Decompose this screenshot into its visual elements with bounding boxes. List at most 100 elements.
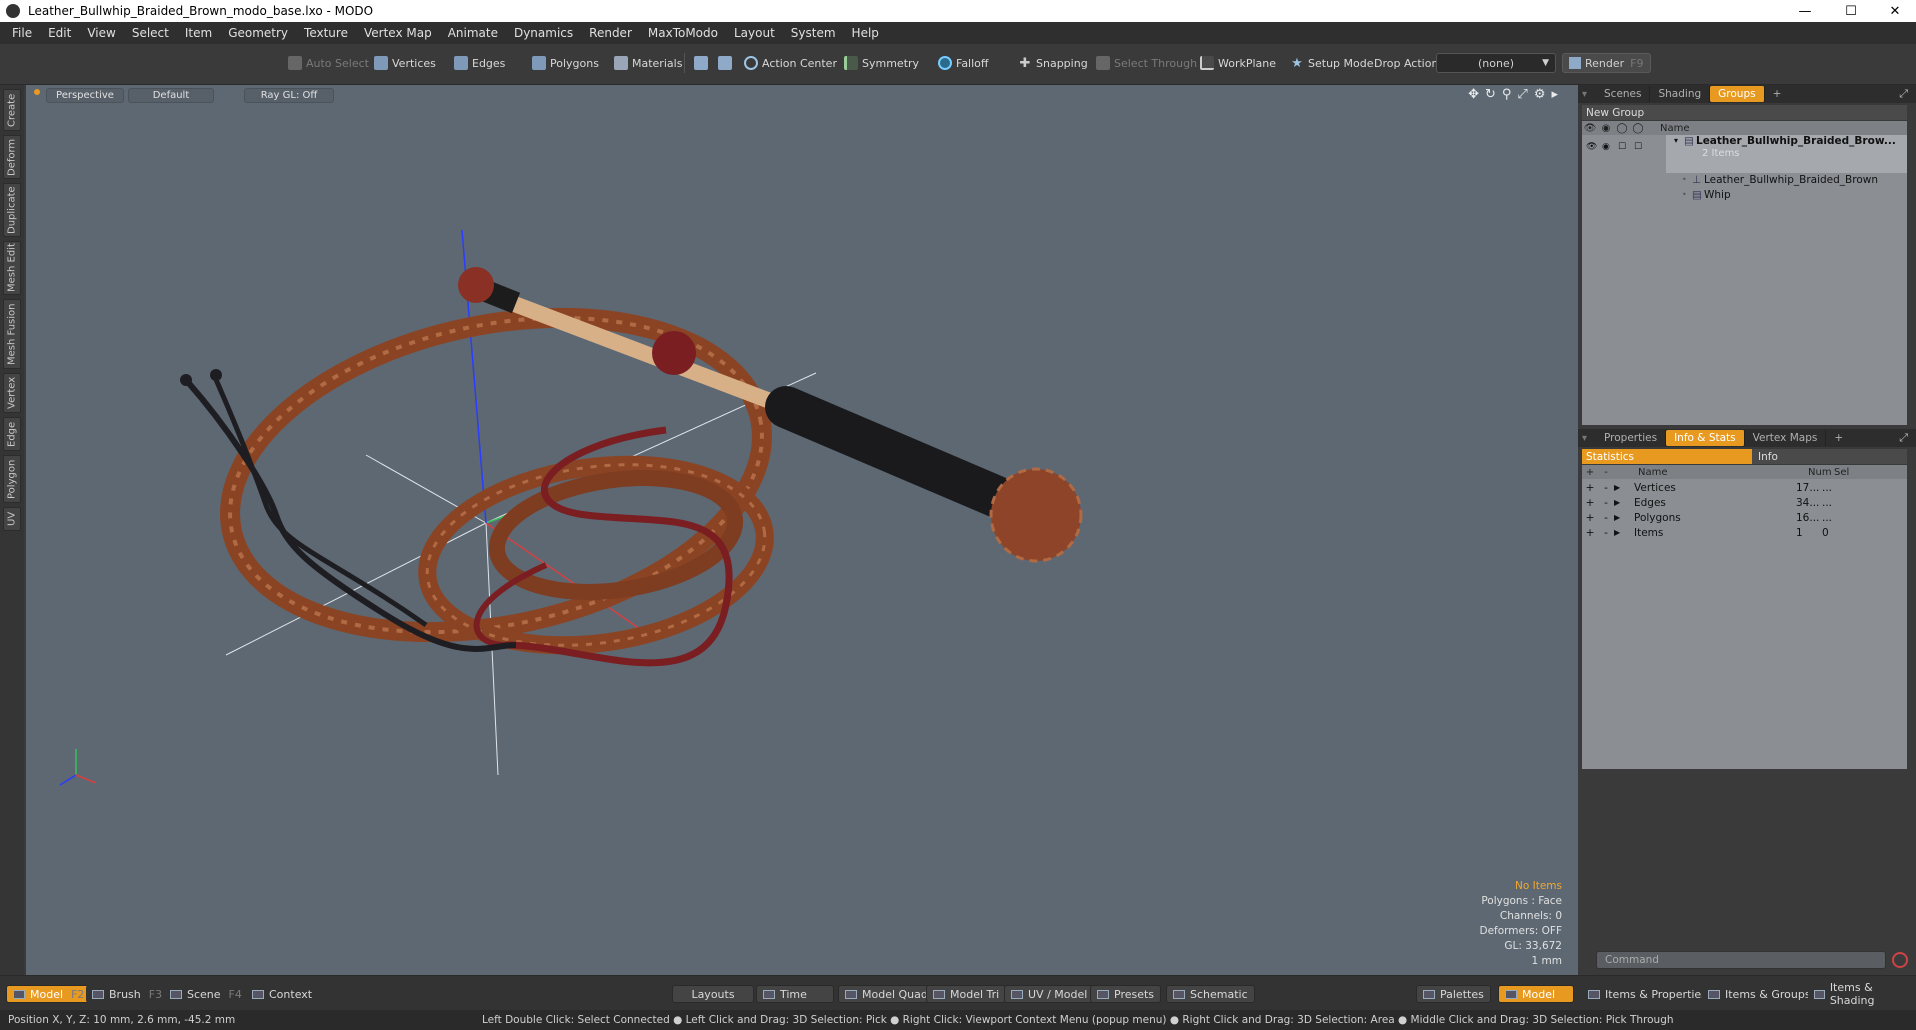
add-tab-icon[interactable]: + (1765, 86, 1790, 102)
model-layout-button[interactable]: Model F2 (6, 985, 92, 1003)
scene-layout-button[interactable]: Scene F4 (164, 985, 248, 1003)
palettes-button[interactable]: Palettes (1416, 985, 1491, 1003)
item-mode-button[interactable] (714, 52, 740, 74)
expand-icon[interactable]: ▾ (1674, 136, 1684, 145)
time-button[interactable]: Time (756, 985, 834, 1003)
row-expand-icon[interactable]: ▶ (1614, 513, 1628, 522)
row-minus-icon[interactable]: - (1598, 482, 1614, 494)
menu-animate[interactable]: Animate (440, 26, 506, 40)
panel-expand-icon[interactable]: ⤢ (1899, 431, 1908, 445)
group-child-whip[interactable]: • ▤ Whip (1682, 187, 1907, 202)
group-child-mesh[interactable]: • ⊥ Leather_Bullwhip_Braided_Brown (1682, 172, 1907, 187)
command-input[interactable]: Command (1596, 951, 1886, 969)
tab-duplicate[interactable]: Duplicate (3, 183, 21, 237)
menu-maxtomodo[interactable]: MaxToModo (640, 26, 726, 40)
tab-mesh-edit[interactable]: Mesh Edit (3, 241, 21, 295)
menu-system[interactable]: System (783, 26, 844, 40)
brush-layout-button[interactable]: Brush F3 (86, 985, 169, 1003)
tab-mesh-fusion[interactable]: Mesh Fusion (3, 299, 21, 369)
menu-view[interactable]: View (79, 26, 123, 40)
menu-geometry[interactable]: Geometry (220, 26, 296, 40)
items-properties-button[interactable]: Items & Properties (1582, 985, 1713, 1003)
expand-all-icon[interactable]: + (1582, 467, 1598, 478)
group-visibility-icon[interactable]: 👁 (1586, 142, 1602, 152)
row-plus-icon[interactable]: + (1582, 527, 1598, 539)
items-groups-button[interactable]: Items & Groups (1702, 985, 1817, 1003)
tab-info-stats[interactable]: Info & Stats (1666, 430, 1745, 446)
symmetry-button[interactable]: Symmetry (840, 52, 923, 74)
auto-select-button[interactable]: Auto Select (284, 52, 373, 74)
falloff-button[interactable]: Falloff (934, 52, 992, 74)
panel-menu-icon[interactable]: ▾ (1578, 433, 1596, 444)
group-lock-icon[interactable]: ☐ (1618, 142, 1634, 152)
selection-mode-button[interactable] (690, 52, 716, 74)
minimize-icon[interactable]: — (1782, 0, 1828, 22)
row-plus-icon[interactable]: + (1582, 497, 1598, 509)
menu-layout[interactable]: Layout (726, 26, 783, 40)
3d-viewport[interactable]: Perspective Default Ray GL: Off ✥ ↻ ⚲ ⤢ … (26, 85, 1578, 975)
collapse-all-icon[interactable]: - (1598, 467, 1614, 478)
row-plus-icon[interactable]: + (1582, 482, 1598, 494)
row-minus-icon[interactable]: - (1598, 512, 1614, 524)
tab-vertex-maps[interactable]: Vertex Maps (1745, 430, 1827, 446)
presets-button[interactable]: Presets (1090, 985, 1162, 1003)
menu-texture[interactable]: Texture (296, 26, 356, 40)
row-plus-icon[interactable]: + (1582, 512, 1598, 524)
close-icon[interactable]: ✕ (1872, 0, 1916, 22)
command-history-icon[interactable] (1892, 952, 1908, 968)
menu-edit[interactable]: Edit (40, 26, 79, 40)
tab-groups[interactable]: Groups (1710, 86, 1765, 102)
row-minus-icon[interactable]: - (1598, 527, 1614, 539)
panel-expand-icon[interactable]: ⤢ (1899, 87, 1908, 101)
tab-scenes[interactable]: Scenes (1596, 86, 1651, 102)
menu-help[interactable]: Help (844, 26, 887, 40)
menu-select[interactable]: Select (124, 26, 177, 40)
panel-menu-icon[interactable]: ▾ (1578, 89, 1596, 100)
render-button[interactable]: Render F9 (1562, 53, 1651, 73)
drop-action-select[interactable]: (none) ▼ (1436, 53, 1556, 73)
model-quad-button[interactable]: Model Quad (838, 985, 935, 1003)
menu-dynamics[interactable]: Dynamics (506, 26, 581, 40)
schematic-button[interactable]: Schematic (1166, 985, 1255, 1003)
tab-info[interactable]: Info (1752, 449, 1907, 464)
tab-vertex[interactable]: Vertex (3, 373, 21, 413)
tab-shading[interactable]: Shading (1650, 86, 1711, 102)
maximize-icon[interactable]: ☐ (1828, 0, 1874, 22)
vertices-button[interactable]: Vertices (370, 52, 440, 74)
add-tab-icon[interactable]: + (1826, 430, 1851, 446)
model-tri-button[interactable]: Model Tri (926, 985, 1007, 1003)
snapping-icon: ✚ (1019, 55, 1031, 71)
tab-deform[interactable]: Deform (3, 135, 21, 179)
menu-render[interactable]: Render (581, 26, 640, 40)
tab-create[interactable]: Create (3, 89, 21, 131)
materials-button[interactable]: Materials (610, 52, 686, 74)
uv-model-button[interactable]: UV / Model (1004, 985, 1095, 1003)
action-center-button[interactable]: Action Center (740, 52, 841, 74)
new-group-button[interactable]: New Group (1582, 105, 1907, 120)
tab-edge[interactable]: Edge (3, 417, 21, 451)
row-expand-icon[interactable]: ▶ (1614, 498, 1628, 507)
workplane-button[interactable]: WorkPlane (1196, 52, 1280, 74)
row-minus-icon[interactable]: - (1598, 497, 1614, 509)
layouts-button[interactable]: Layouts (672, 985, 754, 1003)
snapping-button[interactable]: ✚ Snapping (1014, 52, 1092, 74)
menu-item[interactable]: Item (177, 26, 220, 40)
tab-polygon[interactable]: Polygon (3, 455, 21, 503)
group-select-icon[interactable]: ☐ (1634, 142, 1650, 152)
row-expand-icon[interactable]: ▶ (1614, 483, 1628, 492)
polygons-button[interactable]: Polygons (528, 52, 603, 74)
tab-uv[interactable]: UV (3, 507, 21, 531)
tab-statistics[interactable]: Statistics (1582, 449, 1752, 464)
items-shading-button[interactable]: Items & Shading (1808, 981, 1916, 1007)
edges-button[interactable]: Edges (450, 52, 509, 74)
context-layout-button[interactable]: Context (246, 985, 319, 1003)
menu-vertex-map[interactable]: Vertex Map (356, 26, 440, 40)
model-tab-button[interactable]: Model (1498, 985, 1574, 1003)
menu-file[interactable]: File (4, 26, 40, 40)
select-through-button[interactable]: Select Through (1092, 52, 1201, 74)
group-render-icon[interactable]: ◉ (1602, 142, 1618, 152)
row-expand-icon[interactable]: ▶ (1614, 528, 1628, 537)
setup-mode-button[interactable]: ★ Setup Mode (1286, 52, 1377, 74)
tab-properties[interactable]: Properties (1596, 430, 1667, 446)
table-row[interactable]: + - ▶ Items 1 0 (1582, 524, 1907, 541)
